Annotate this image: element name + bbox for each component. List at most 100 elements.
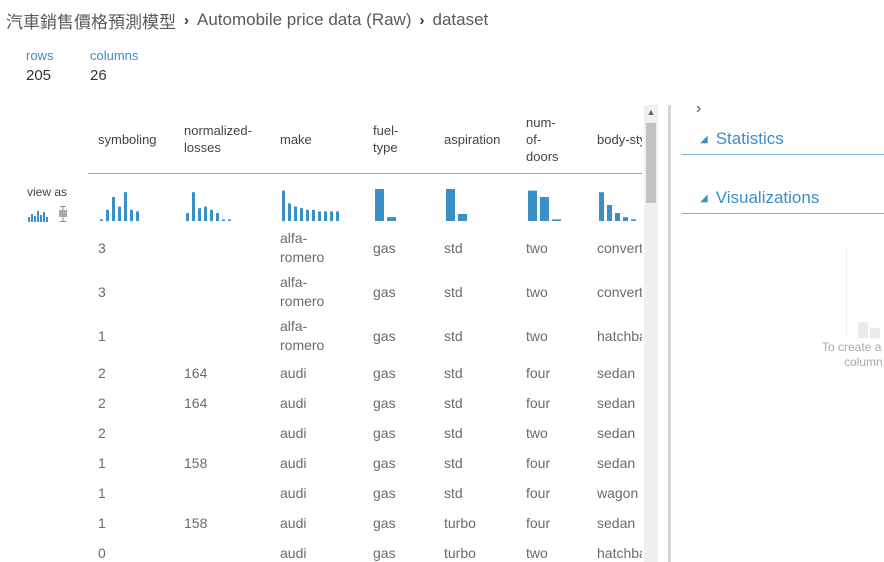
cell-body-style[interactable]: sedan — [587, 418, 642, 448]
expand-panel-chevron-icon[interactable]: › — [696, 100, 701, 118]
cell-num-of-doors[interactable]: four — [516, 448, 587, 478]
histogram-make[interactable] — [280, 187, 340, 223]
cell-normalized-losses[interactable]: 158 — [174, 448, 270, 478]
histogram-symboling[interactable] — [98, 187, 158, 223]
cell-aspiration[interactable]: std — [434, 388, 516, 418]
cell-fuel-type[interactable]: gas — [363, 270, 434, 314]
cell-num-of-doors[interactable]: two — [516, 270, 587, 314]
cell-symboling[interactable]: 3 — [88, 270, 174, 314]
table-row[interactable]: 1 alfa- romerogasstdtwohatchback — [88, 314, 642, 358]
cell-make[interactable]: audi — [270, 478, 363, 508]
cell-fuel-type[interactable]: gas — [363, 226, 434, 270]
table-row[interactable]: 1 158 audi gas std four sedan — [88, 448, 642, 478]
cell-fuel-type[interactable]: gas — [363, 314, 434, 358]
cell-aspiration[interactable]: turbo — [434, 538, 516, 562]
cell-num-of-doors[interactable]: two — [516, 226, 587, 270]
boxplot-icon[interactable] — [58, 206, 68, 227]
cell-body-style[interactable]: sedan — [587, 388, 642, 418]
cell-num-of-doors[interactable]: two — [516, 538, 587, 562]
cell-make[interactable]: audi — [270, 508, 363, 538]
cell-fuel-type[interactable]: gas — [363, 388, 434, 418]
table-row[interactable]: 2 164 audi gas std four sedan — [88, 358, 642, 388]
cell-body-style[interactable]: convertible — [587, 270, 642, 314]
cell-fuel-type[interactable]: gas — [363, 418, 434, 448]
column-header-fuel-type[interactable]: fuel- type — [363, 105, 434, 174]
histogram-body-style[interactable] — [597, 187, 642, 223]
cell-normalized-losses[interactable]: 164 — [174, 358, 270, 388]
cell-num-of-doors[interactable]: four — [516, 388, 587, 418]
cell-aspiration[interactable]: std — [434, 478, 516, 508]
cell-body-style[interactable]: hatchback — [587, 538, 642, 562]
cell-normalized-losses[interactable] — [174, 418, 270, 448]
cell-num-of-doors[interactable]: four — [516, 508, 587, 538]
cell-make[interactable]: audi — [270, 358, 363, 388]
cell-make[interactable]: audi — [270, 388, 363, 418]
histogram-icon[interactable] — [28, 208, 48, 227]
cell-aspiration[interactable]: turbo — [434, 508, 516, 538]
cell-symboling[interactable]: 2 — [88, 388, 174, 418]
cell-symboling[interactable]: 3 — [88, 226, 174, 270]
cell-body-style[interactable]: hatchback — [587, 314, 642, 358]
scroll-up-icon[interactable]: ▲ — [644, 107, 658, 117]
cell-fuel-type[interactable]: gas — [363, 448, 434, 478]
table-row[interactable]: 1 audi gas std four wagon — [88, 478, 642, 508]
table-row[interactable]: 2 audi gas std two sedan — [88, 418, 642, 448]
cell-body-style[interactable]: sedan — [587, 508, 642, 538]
cell-aspiration[interactable]: std — [434, 358, 516, 388]
table-row[interactable]: 0 audigasturbotwohatchback — [88, 538, 642, 562]
cell-make[interactable]: audi — [270, 448, 363, 478]
column-header-symboling[interactable]: symboling — [88, 105, 174, 174]
cell-num-of-doors[interactable]: two — [516, 314, 587, 358]
breadcrumb-experiment[interactable]: 汽車銷售價格預測模型 — [6, 8, 176, 33]
cell-num-of-doors[interactable]: four — [516, 358, 587, 388]
table-scrollbar[interactable]: ▲ — [644, 105, 658, 562]
cell-make[interactable]: audi — [270, 538, 363, 562]
panel-divider[interactable] — [668, 105, 671, 562]
histogram-aspiration[interactable] — [444, 187, 504, 223]
cell-normalized-losses[interactable] — [174, 538, 270, 562]
cell-fuel-type[interactable]: gas — [363, 538, 434, 562]
column-header-normalized-losses[interactable]: normalized- losses — [174, 105, 270, 174]
cell-aspiration[interactable]: std — [434, 270, 516, 314]
histogram-normalized-losses[interactable] — [184, 187, 244, 223]
cell-normalized-losses[interactable]: 158 — [174, 508, 270, 538]
cell-aspiration[interactable]: std — [434, 314, 516, 358]
cell-aspiration[interactable]: std — [434, 418, 516, 448]
cell-body-style[interactable]: sedan — [587, 358, 642, 388]
cell-body-style[interactable]: convertible — [587, 226, 642, 270]
cell-normalized-losses[interactable] — [174, 270, 270, 314]
cell-aspiration[interactable]: std — [434, 448, 516, 478]
cell-normalized-losses[interactable] — [174, 478, 270, 508]
table-row[interactable]: 3 alfa- romerogasstdtwoconvertible — [88, 270, 642, 314]
cell-symboling[interactable]: 1 — [88, 448, 174, 478]
table-row[interactable]: 3 alfa- romerogasstdtwoconvertible — [88, 226, 642, 270]
cell-num-of-doors[interactable]: two — [516, 418, 587, 448]
histogram-fuel-type[interactable] — [373, 187, 433, 223]
cell-fuel-type[interactable]: gas — [363, 478, 434, 508]
breadcrumb-module[interactable]: Automobile price data (Raw) — [197, 10, 411, 30]
cell-body-style[interactable]: wagon — [587, 478, 642, 508]
cell-normalized-losses[interactable] — [174, 226, 270, 270]
histogram-num-of-doors[interactable] — [526, 187, 586, 223]
cell-normalized-losses[interactable]: 164 — [174, 388, 270, 418]
column-header-num-of-doors[interactable]: num- of- doors — [516, 105, 587, 174]
cell-num-of-doors[interactable]: four — [516, 478, 587, 508]
cell-fuel-type[interactable]: gas — [363, 508, 434, 538]
cell-make[interactable]: alfa- romero — [270, 314, 363, 358]
cell-make[interactable]: alfa- romero — [270, 226, 363, 270]
cell-fuel-type[interactable]: gas — [363, 358, 434, 388]
table-row[interactable]: 1 158 audi gas turbo four sedan — [88, 508, 642, 538]
column-header-make[interactable]: make — [270, 105, 363, 174]
cell-symboling[interactable]: 1 — [88, 478, 174, 508]
cell-body-style[interactable]: sedan — [587, 448, 642, 478]
statistics-section[interactable]: ◢ Statistics — [682, 124, 884, 155]
column-header-body-style[interactable]: body-style — [587, 105, 642, 174]
table-row[interactable]: 2 164 audi gas std four sedan — [88, 388, 642, 418]
cell-symboling[interactable]: 0 — [88, 538, 174, 562]
visualizations-section[interactable]: ◢ Visualizations — [682, 183, 884, 214]
cell-symboling[interactable]: 1 — [88, 508, 174, 538]
cell-normalized-losses[interactable] — [174, 314, 270, 358]
cell-symboling[interactable]: 2 — [88, 358, 174, 388]
scrollbar-thumb[interactable] — [646, 123, 656, 203]
cell-make[interactable]: audi — [270, 418, 363, 448]
